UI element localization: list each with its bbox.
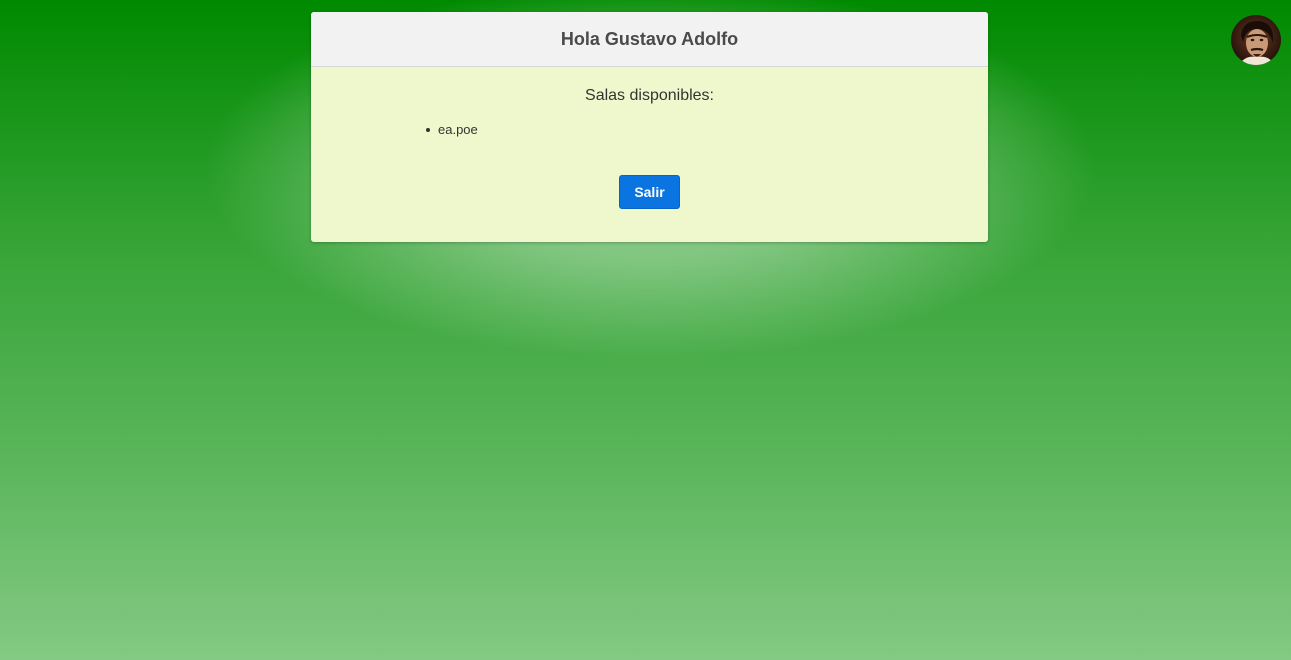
welcome-card: Hola Gustavo Adolfo Salas disponibles: e… — [311, 12, 988, 242]
rooms-heading: Salas disponibles: — [585, 87, 714, 104]
user-avatar[interactable] — [1231, 15, 1281, 65]
card-header: Hola Gustavo Adolfo — [311, 12, 988, 67]
bullet-icon — [426, 128, 430, 132]
card-body: Salas disponibles: ea.poe Salir — [311, 67, 988, 242]
greeting-title: Hola Gustavo Adolfo — [560, 28, 739, 49]
portrait-icon — [1231, 15, 1281, 65]
rooms-list: ea.poe — [426, 122, 478, 138]
room-item-label: ea.poe — [438, 122, 478, 137]
room-item[interactable]: ea.poe — [426, 122, 478, 138]
exit-button[interactable]: Salir — [619, 175, 680, 209]
